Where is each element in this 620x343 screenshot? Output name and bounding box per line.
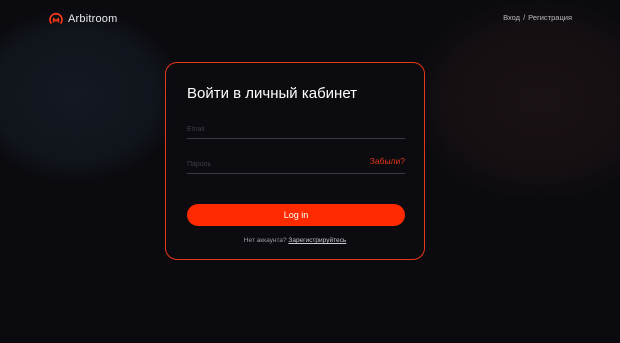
login-page: Arbitroom Вход / Регистрация Войти в лич… (0, 0, 620, 343)
login-card: Войти в личный кабинет Забыли? Log in Не… (165, 62, 425, 260)
arbitroom-logo-icon (49, 12, 63, 24)
login-button[interactable]: Log in (187, 204, 405, 226)
email-field-wrapper (187, 118, 405, 140)
brand-logo[interactable]: Arbitroom (48, 10, 117, 28)
forgot-password-link[interactable]: Забыли? (370, 156, 405, 166)
email-input[interactable] (187, 119, 405, 140)
nav-login-link[interactable]: Вход (503, 13, 520, 22)
background-glow-left (0, 10, 180, 180)
no-account-text: Нет аккаунта? (243, 237, 287, 244)
password-field-wrapper: Забыли? (187, 153, 405, 175)
register-prompt: Нет аккаунта? Зарегистрируйтесь (166, 237, 424, 244)
nav-separator: / (523, 13, 526, 22)
brand-name: Arbitroom (68, 13, 118, 25)
background-glow-right (410, 0, 620, 200)
register-link[interactable]: Зарегистрируйтесь (288, 237, 346, 244)
page-title: Войти в личный кабинет (187, 85, 358, 102)
top-nav: Вход / Регистрация (503, 13, 572, 22)
nav-register-link[interactable]: Регистрация (528, 13, 572, 22)
